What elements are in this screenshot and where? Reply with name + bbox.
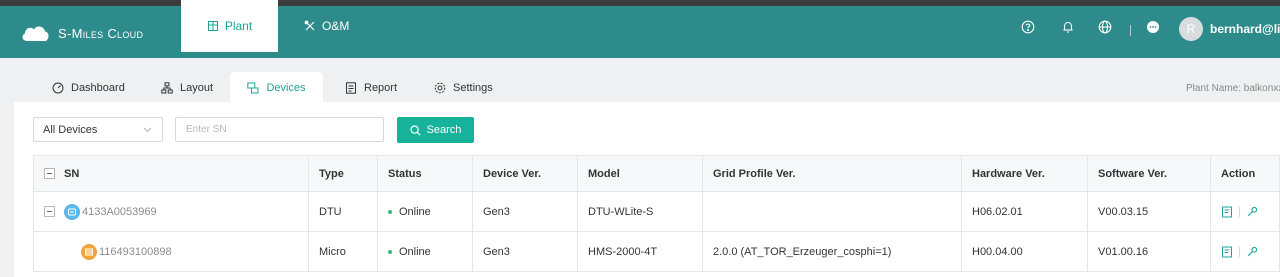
avatar[interactable]: R <box>1179 17 1203 41</box>
action-divider <box>1239 206 1240 217</box>
row-sn[interactable]: 4133A0053969 <box>82 206 157 218</box>
devices-icon <box>247 82 259 93</box>
brand-logo[interactable]: S-Miles Cloud <box>20 23 143 43</box>
col-model: Model <box>577 156 702 191</box>
chevron-down-icon <box>143 127 152 133</box>
tab-dashboard[interactable]: Dashboard <box>52 72 125 103</box>
search-button-label: Search <box>426 124 462 136</box>
tab-devices[interactable]: Devices <box>230 72 323 103</box>
search-button[interactable]: Search <box>397 117 474 143</box>
device-type-value: All Devices <box>43 123 98 136</box>
row-status-label: Online <box>399 205 431 218</box>
sn-search-input[interactable] <box>175 117 384 142</box>
row-type: DTU <box>308 192 377 231</box>
nav-tab-om-label: O&M <box>322 19 350 33</box>
col-grid-profile: Grid Profile Ver. <box>702 156 961 191</box>
tab-dashboard-label: Dashboard <box>71 81 125 94</box>
avatar-letter: R <box>1186 22 1196 36</box>
brand-name: S-Miles Cloud <box>58 25 144 41</box>
tab-devices-label: Devices <box>266 81 306 94</box>
action-divider <box>1239 246 1240 257</box>
tab-settings[interactable]: Settings <box>434 72 493 103</box>
nav-tab-plant-label: Plant <box>224 19 253 33</box>
row-sn-cell: 4133A0053969 <box>34 192 308 231</box>
row-device-ver: Gen3 <box>472 232 577 271</box>
building-icon <box>207 21 218 31</box>
col-action: Action <box>1210 156 1280 191</box>
bell-icon[interactable] <box>1060 19 1076 35</box>
row-sn[interactable]: 116493100898 <box>99 246 172 258</box>
search-icon <box>409 124 421 136</box>
chat-icon[interactable] <box>1145 19 1161 35</box>
tab-report[interactable]: Report <box>345 72 397 103</box>
device-type-select[interactable]: All Devices <box>33 117 163 142</box>
row-status: Online <box>377 192 472 231</box>
row-software-ver: V00.03.15 <box>1087 192 1210 231</box>
row-status-label: Online <box>399 245 431 258</box>
row-software-ver: V01.00.16 <box>1087 232 1210 271</box>
col-device-ver: Device Ver. <box>472 156 577 191</box>
detail-icon[interactable] <box>1221 246 1233 258</box>
devices-table: SN Type Status Device Ver. Model Grid Pr… <box>33 155 1280 277</box>
row-grid-profile: 2.0.0 (AT_TOR_Erzeuger_cosphi=1) <box>702 232 961 271</box>
tab-layout[interactable]: Layout <box>161 72 213 103</box>
micro-device-icon <box>81 243 97 260</box>
table-header: SN Type Status Device Ver. Model Grid Pr… <box>33 155 1280 192</box>
plant-name: Plant Name: balkonxx <box>1186 83 1280 94</box>
user-name[interactable]: bernhard@libe <box>1210 22 1280 36</box>
tab-report-label: Report <box>364 81 398 94</box>
row-hardware-ver: H06.02.01 <box>961 192 1087 231</box>
row-grid-profile <box>702 192 961 231</box>
col-sn-label: SN <box>64 167 80 180</box>
nav-tab-om[interactable]: O&M <box>290 0 370 52</box>
tab-layout-label: Layout <box>180 81 214 94</box>
row-collapse-toggle[interactable] <box>44 206 55 217</box>
cloud-icon <box>22 26 49 41</box>
tab-settings-label: Settings <box>453 81 493 94</box>
col-software-ver: Software Ver. <box>1087 156 1210 191</box>
tools-icon <box>304 20 315 31</box>
globe-icon[interactable] <box>1097 19 1113 35</box>
report-icon <box>346 81 356 94</box>
row-hardware-ver: H00.04.00 <box>961 232 1087 271</box>
dashboard-icon <box>52 82 64 93</box>
col-status: Status <box>377 156 472 191</box>
row-device-ver: Gen3 <box>472 192 577 231</box>
col-hardware-ver: Hardware Ver. <box>961 156 1087 191</box>
layout-icon <box>161 81 173 93</box>
detail-icon[interactable] <box>1221 206 1233 218</box>
nav-tab-plant[interactable]: Plant <box>181 0 278 52</box>
expand-all-toggle[interactable] <box>44 168 55 179</box>
col-type: Type <box>308 156 377 191</box>
row-model: HMS-2000-4T <box>577 232 702 271</box>
help-icon[interactable] <box>1020 19 1036 35</box>
wrench-icon[interactable] <box>1246 206 1258 218</box>
col-sn[interactable]: SN <box>34 156 308 191</box>
row-actions <box>1210 232 1280 271</box>
online-dot <box>388 249 392 254</box>
table-row[interactable]: 116493100898 Micro Online Gen3 HMS-2000-… <box>33 232 1280 272</box>
row-status: Online <box>377 232 472 271</box>
row-actions <box>1210 192 1280 231</box>
header-divider <box>1130 25 1131 36</box>
online-dot <box>388 209 392 214</box>
table-row[interactable]: 4133A0053969 DTU Online Gen3 DTU-WLite-S… <box>33 192 1280 232</box>
row-type: Micro <box>308 232 377 271</box>
row-model: DTU-WLite-S <box>577 192 702 231</box>
settings-icon <box>434 82 446 93</box>
plant-subtabs: Dashboard Layout Devices Report Settings <box>14 72 1280 103</box>
row-sn-cell: 116493100898 <box>34 232 308 271</box>
wrench-icon[interactable] <box>1246 246 1258 258</box>
dtu-device-icon <box>64 203 80 220</box>
